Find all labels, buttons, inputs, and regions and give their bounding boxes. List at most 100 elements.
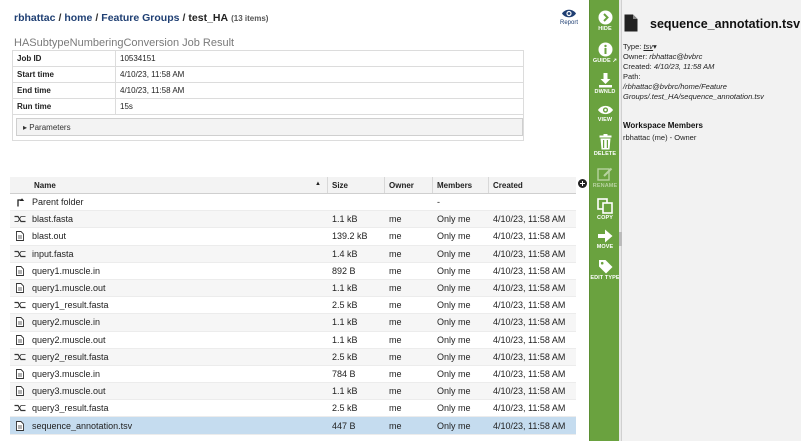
row-created: 4/10/23, 11:58 AM [493, 386, 566, 397]
parameters-label: Parameters [29, 123, 71, 132]
row-icon [10, 334, 30, 345]
table-row[interactable]: query3.muscle.in 784 B me Only me 4/10/23, 1… [10, 366, 576, 384]
hide-button[interactable]: HIDE [590, 10, 620, 32]
delete-button[interactable]: DELETE [590, 134, 620, 157]
header-name-label: Name [34, 181, 56, 190]
caret-down-icon[interactable]: ▾ [653, 42, 657, 51]
workspace-member: rbhattac (me) - Owner [623, 133, 697, 142]
table-row[interactable]: query1.muscle.in 892 B me Only me 4/10/23, 1… [10, 263, 576, 280]
guide-button[interactable]: GUIDE ↗ [590, 42, 620, 64]
path-label: Path: [623, 72, 641, 81]
type-row: Type: tsv▾ [623, 42, 798, 52]
table-row[interactable]: query3.muscle.out 1.1 kB me Only me 4/10/23,… [10, 383, 576, 401]
report-button[interactable]: Report [558, 8, 580, 26]
hide-label: HIDE [598, 26, 612, 32]
rename-button[interactable]: RENAME [590, 166, 620, 189]
row-members: Only me [437, 231, 471, 242]
table-row[interactable]: blast.out 139.2 kB me Only me 4/10/23, 11:58… [10, 228, 576, 246]
row-created: 4/10/23, 11:58 AM [493, 265, 566, 276]
created-value: 4/10/23, 11:58 AM [653, 62, 715, 71]
table-row[interactable]: query2_result.fasta 2.5 kB me Only me 4/10/2… [10, 348, 576, 366]
row-size: 892 B [332, 265, 356, 276]
table-row[interactable]: query1.muscle.out 1.1 kB me Only me 4/10/23,… [10, 279, 576, 298]
table-row[interactable]: input.fasta 1.4 kB me Only me 4/10/23, 11:58… [10, 245, 576, 263]
row-size: 1.1 kB [332, 386, 358, 397]
file-icon [16, 369, 24, 379]
row-members: Only me [437, 334, 471, 345]
job-value: 4/10/23, 11:58 AM [115, 66, 524, 83]
table-row[interactable]: Parent folder - [10, 194, 576, 212]
row-name: query2_result.fasta [32, 351, 109, 362]
job-value: 15s [115, 98, 524, 115]
row-members: - [437, 197, 440, 208]
table-row[interactable]: query2.muscle.out 1.1 kB me Only me 4/10/23,… [10, 332, 576, 349]
trash-icon [599, 134, 611, 150]
row-icon [10, 353, 30, 361]
download-button[interactable]: DWNLD [590, 72, 620, 95]
row-size: 2.5 kB [332, 300, 358, 311]
fasta-file-icon [14, 216, 26, 223]
copy-button[interactable]: COPY [590, 198, 620, 221]
row-name: query3.muscle.in [32, 368, 101, 379]
row-owner: me [389, 283, 402, 294]
grid-header: Name ▲ Size Owner Members Created [10, 177, 576, 194]
table-row[interactable]: query1_result.fasta 2.5 kB me Only me 4/10/2… [10, 297, 576, 315]
table-row-selected[interactable]: sequence_annotation.tsv 447 B me Only me 4/1… [10, 417, 576, 435]
header-members[interactable]: Members [433, 177, 489, 193]
row-name: sequence_annotation.tsv [32, 420, 133, 431]
table-row[interactable]: query2.muscle.in 1.1 kB me Only me 4/10/23, … [10, 314, 576, 332]
parameters-toggle[interactable]: ▸ Parameters [16, 118, 523, 136]
row-name: Parent folder [32, 197, 84, 208]
breadcrumb-separator: / [182, 12, 186, 24]
row-created: 4/10/23, 11:58 AM [493, 214, 566, 225]
table-row[interactable]: query3_result.fasta 2.5 kB me Only me 4/10/2… [10, 400, 576, 418]
row-name: query1_result.fasta [32, 300, 109, 311]
row-icon [10, 283, 30, 293]
row-owner: me [389, 334, 402, 345]
row-icon [10, 215, 30, 223]
move-button[interactable]: MOVE [590, 229, 620, 250]
table-row[interactable]: blast.fasta 1.1 kB me Only me 4/10/23, 11:58… [10, 211, 576, 229]
row-members: Only me [437, 420, 471, 431]
breadcrumb-link-user[interactable]: rbhattac [14, 12, 55, 24]
eye-icon [562, 9, 576, 18]
row-size: 1.1 kB [332, 334, 358, 345]
row-name: blast.fasta [32, 214, 74, 225]
type-selector[interactable]: tsv [643, 42, 653, 51]
row-members: Only me [437, 265, 471, 276]
edit-type-button[interactable]: EDIT TYPE [590, 259, 620, 281]
file-icon [16, 231, 24, 242]
header-name[interactable]: Name ▲ [30, 177, 328, 193]
breadcrumb-link-feature-groups[interactable]: Feature Groups [101, 12, 179, 24]
row-members: Only me [437, 317, 471, 328]
view-button[interactable]: VIEW [590, 104, 620, 123]
row-size: 1.1 kB [332, 214, 358, 225]
copy-icon [597, 198, 613, 214]
tag-icon [598, 260, 612, 274]
column-chooser-button[interactable] [578, 179, 587, 188]
header-created[interactable]: Created [489, 177, 576, 193]
row-members: Only me [437, 300, 471, 311]
row-owner: me [389, 403, 402, 414]
job-row: Start time 4/10/23, 11:58 AM [12, 66, 524, 83]
row-owner: me [389, 351, 402, 362]
job-result-title: HASubtypeNumberingConversion Job Result [14, 37, 235, 49]
breadcrumb-link-home[interactable]: home [64, 12, 92, 24]
sort-ascending-icon: ▲ [315, 181, 321, 187]
parent-folder-icon [16, 198, 24, 207]
row-icon [10, 404, 30, 412]
row-name: query1.muscle.out [32, 283, 106, 294]
job-key: Run time [12, 98, 116, 115]
header-owner[interactable]: Owner [385, 177, 433, 193]
file-icon [16, 317, 24, 328]
workspace-members-title: Workspace Members [623, 121, 703, 130]
item-count: (13 items) [231, 14, 269, 23]
row-icon [10, 250, 30, 258]
row-created: 4/10/23, 11:58 AM [493, 248, 566, 259]
row-icon [10, 301, 30, 309]
header-size[interactable]: Size [328, 177, 385, 193]
row-created: 4/10/23, 11:58 AM [493, 351, 566, 362]
download-icon [598, 73, 612, 88]
caret-right-icon: ▸ [23, 123, 28, 132]
breadcrumb-separator: / [95, 12, 99, 24]
